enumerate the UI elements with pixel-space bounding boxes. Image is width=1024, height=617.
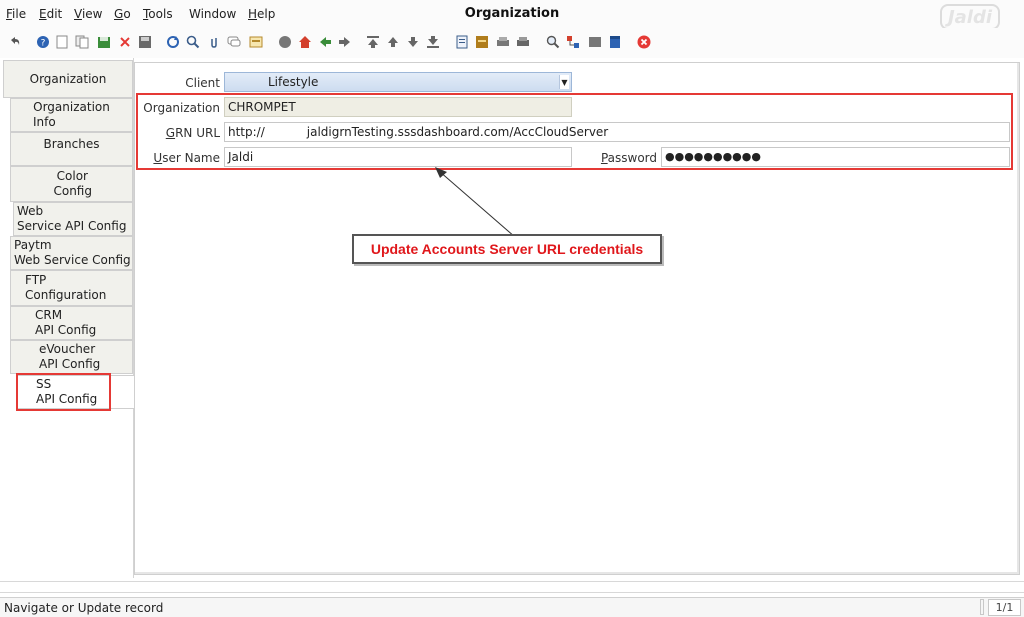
workflow-icon[interactable] xyxy=(566,35,580,49)
tab-label: CRM xyxy=(35,308,63,322)
bottom-divider xyxy=(0,581,1024,593)
home-icon[interactable] xyxy=(298,35,312,49)
window-title: Organization xyxy=(464,6,560,21)
tab-label: Paytm xyxy=(14,238,52,252)
tab-label-line2: Config xyxy=(53,184,92,198)
status-bar: Navigate or Update record 1/1 xyxy=(0,597,1024,617)
status-message: Navigate or Update record xyxy=(4,601,164,615)
tab-color-config[interactable]: Color Config xyxy=(10,166,133,202)
tab-label: FTP xyxy=(25,273,47,287)
annotation-arrow-line xyxy=(438,170,516,238)
status-indicator xyxy=(980,599,984,615)
chevron-down-icon[interactable]: ▼ xyxy=(559,75,569,89)
new-record-icon[interactable] xyxy=(55,35,69,49)
save-icon[interactable] xyxy=(138,35,152,49)
record-count: 1/1 xyxy=(988,599,1021,616)
history-icon[interactable] xyxy=(278,35,292,49)
tab-label: Color xyxy=(56,169,88,183)
undo-icon[interactable] xyxy=(8,35,22,49)
tab-crm-api-config[interactable]: CRM API Config xyxy=(10,306,133,340)
tab-label-line2: Service API Config xyxy=(17,219,127,233)
tab-web-service-api-config[interactable]: Web Service API Config xyxy=(13,202,133,236)
tab-label: Web xyxy=(17,204,44,218)
tab-list: Organization Organization Info Branches … xyxy=(0,58,134,578)
tab-organization-info[interactable]: Organization Info xyxy=(10,98,133,132)
jaldi-logo: Jaldi xyxy=(940,4,1000,30)
print-icon[interactable] xyxy=(516,35,530,49)
tab-highlight-box xyxy=(16,373,111,411)
archive-icon[interactable] xyxy=(475,35,489,49)
zoom-icon[interactable] xyxy=(546,35,560,49)
find-icon[interactable] xyxy=(186,35,200,49)
client-select[interactable]: Lifestyle ▼ xyxy=(224,72,572,92)
tab-label: Branches xyxy=(43,137,100,151)
tab-label-line2: API Config xyxy=(35,323,97,337)
back-icon[interactable] xyxy=(318,35,332,49)
toolbar: ? xyxy=(0,28,1024,58)
client-label: Client xyxy=(185,76,220,90)
request-icon[interactable] xyxy=(588,35,602,49)
annotation-arrow xyxy=(435,167,516,238)
credentials-highlight-box xyxy=(136,93,1013,170)
tab-evoucher-api-config[interactable]: eVoucher API Config xyxy=(10,340,133,374)
tab-label: eVoucher xyxy=(39,342,96,356)
attachment-icon[interactable] xyxy=(207,35,221,49)
form-panel: Client Lifestyle ▼ Organization CHROMPET… xyxy=(134,62,1020,575)
multi-view-icon[interactable] xyxy=(249,35,263,49)
save-record-icon[interactable] xyxy=(97,35,111,49)
delete-icon[interactable] xyxy=(118,35,132,49)
first-record-icon[interactable] xyxy=(366,35,380,49)
tab-paytm-web-service-config[interactable]: Paytm Web Service Config xyxy=(10,236,133,270)
next-record-icon[interactable] xyxy=(406,35,420,49)
refresh-icon[interactable] xyxy=(166,35,180,49)
exit-icon[interactable] xyxy=(637,35,651,49)
help-icon[interactable]: ? xyxy=(36,35,50,49)
report-icon[interactable] xyxy=(455,35,469,49)
annotation-callout: Update Accounts Server URL credentials xyxy=(352,234,662,264)
tab-label-line2: Web Service Config xyxy=(14,253,131,267)
last-record-icon[interactable] xyxy=(426,35,440,49)
tab-label: Organization xyxy=(29,71,107,86)
tab-label-line2: API Config xyxy=(39,357,101,371)
product-info-icon[interactable] xyxy=(608,35,622,49)
tab-ftp-configuration[interactable]: FTP Configuration xyxy=(10,270,133,306)
tab-label: Organization xyxy=(33,100,110,114)
print-preview-icon[interactable] xyxy=(496,35,510,49)
tab-organization[interactable]: Organization xyxy=(3,60,133,98)
forward-icon[interactable] xyxy=(338,35,352,49)
copy-record-icon[interactable] xyxy=(75,35,89,49)
tab-label-line2: Info xyxy=(33,115,56,129)
svg-text:?: ? xyxy=(41,39,46,49)
tab-branches[interactable]: Branches xyxy=(10,132,133,166)
tab-label-line2: Configuration xyxy=(25,288,107,302)
previous-record-icon[interactable] xyxy=(386,35,400,49)
menu-bar: File Edit View Go Tools Window Help Orga… xyxy=(0,0,1024,30)
client-value: Lifestyle xyxy=(268,75,319,89)
chat-icon[interactable] xyxy=(227,35,241,49)
